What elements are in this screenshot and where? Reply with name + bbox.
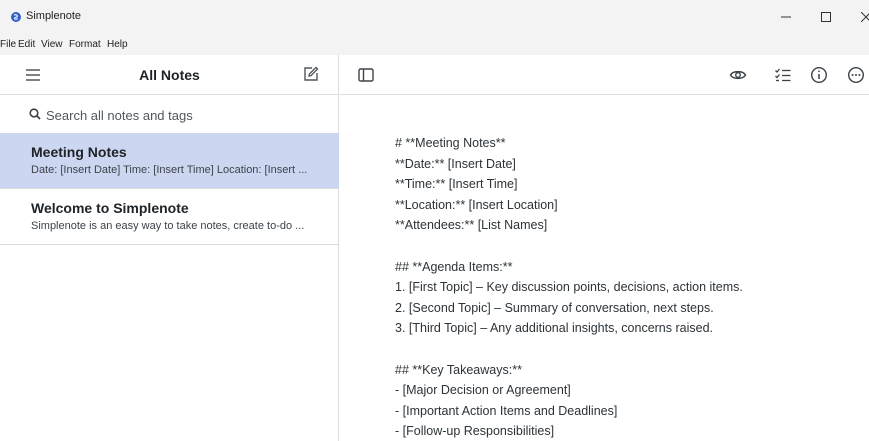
close-icon bbox=[861, 11, 869, 22]
info-icon[interactable] bbox=[810, 66, 828, 84]
note-content[interactable]: # **Meeting Notes** **Date:** [Insert Da… bbox=[395, 133, 855, 441]
note-line: ## **Key Takeaways:** bbox=[395, 362, 522, 377]
new-note-icon[interactable] bbox=[303, 66, 319, 82]
note-preview: Date: [Insert Date] Time: [Insert Time] … bbox=[31, 164, 308, 176]
note-line: **Date:** [Insert Date] bbox=[395, 156, 516, 171]
maximize-button[interactable] bbox=[806, 0, 846, 33]
note-item-welcome[interactable]: Welcome to Simplenote Simplenote is an e… bbox=[0, 189, 339, 245]
note-preview: Simplenote is an easy way to take notes,… bbox=[31, 220, 305, 232]
search-icon bbox=[29, 108, 41, 120]
note-line bbox=[395, 236, 855, 257]
menu-view[interactable]: View bbox=[41, 39, 63, 50]
menu-edit[interactable]: Edit bbox=[18, 39, 35, 50]
note-editor: # **Meeting Notes** **Date:** [Insert Da… bbox=[340, 55, 869, 441]
note-line: 1. [First Topic] – Key discussion points… bbox=[395, 280, 743, 295]
search-input[interactable] bbox=[46, 105, 326, 125]
maximize-icon bbox=[821, 11, 831, 22]
note-line bbox=[395, 339, 855, 360]
note-line: - [Major Decision or Agreement] bbox=[395, 383, 571, 398]
menu-help[interactable]: Help bbox=[107, 39, 128, 50]
note-line: # **Meeting Notes** bbox=[395, 136, 506, 150]
window-title: Simplenote bbox=[26, 10, 82, 22]
note-line: **Time:** [Insert Time] bbox=[395, 177, 518, 192]
note-title: Welcome to Simplenote bbox=[31, 200, 189, 216]
minimize-icon bbox=[781, 16, 791, 17]
note-line: 2. [Second Topic] – Summary of conversat… bbox=[395, 300, 714, 315]
note-title: Meeting Notes bbox=[31, 144, 127, 160]
editor-toolbar bbox=[340, 55, 869, 95]
note-list: Meeting Notes Date: [Insert Date] Time: … bbox=[0, 133, 339, 245]
note-item-meeting-notes[interactable]: Meeting Notes Date: [Insert Date] Time: … bbox=[0, 133, 339, 189]
menu-format[interactable]: Format bbox=[69, 39, 101, 50]
checklist-icon[interactable] bbox=[774, 66, 792, 84]
note-line: **Attendees:** [List Names] bbox=[395, 218, 548, 233]
note-line: **Location:** [Insert Location] bbox=[395, 197, 558, 212]
note-line: 3. [Third Topic] – Any additional insigh… bbox=[395, 321, 713, 336]
close-button[interactable] bbox=[846, 0, 869, 33]
note-line: - [Follow-up Responsibilities] bbox=[395, 424, 555, 439]
menu-bar: File Edit View Format Help bbox=[0, 33, 869, 55]
minimize-button[interactable] bbox=[766, 0, 806, 33]
note-line: - [Important Action Items and Deadlines] bbox=[395, 403, 618, 418]
simplenote-logo-icon bbox=[11, 12, 21, 22]
note-list-sidebar: All Notes Meeting Notes Date: [Insert Da… bbox=[0, 55, 339, 441]
search-bar bbox=[0, 95, 339, 133]
sidebar-toggle-icon[interactable] bbox=[357, 66, 375, 84]
menu-file[interactable]: File bbox=[0, 39, 16, 50]
eye-icon[interactable] bbox=[729, 66, 747, 84]
sidebar-title: All Notes bbox=[139, 67, 200, 83]
title-bar: Simplenote bbox=[0, 0, 869, 33]
sidebar-header: All Notes bbox=[0, 55, 339, 95]
more-icon[interactable] bbox=[847, 66, 865, 84]
note-line: ## **Agenda Items:** bbox=[395, 259, 513, 274]
